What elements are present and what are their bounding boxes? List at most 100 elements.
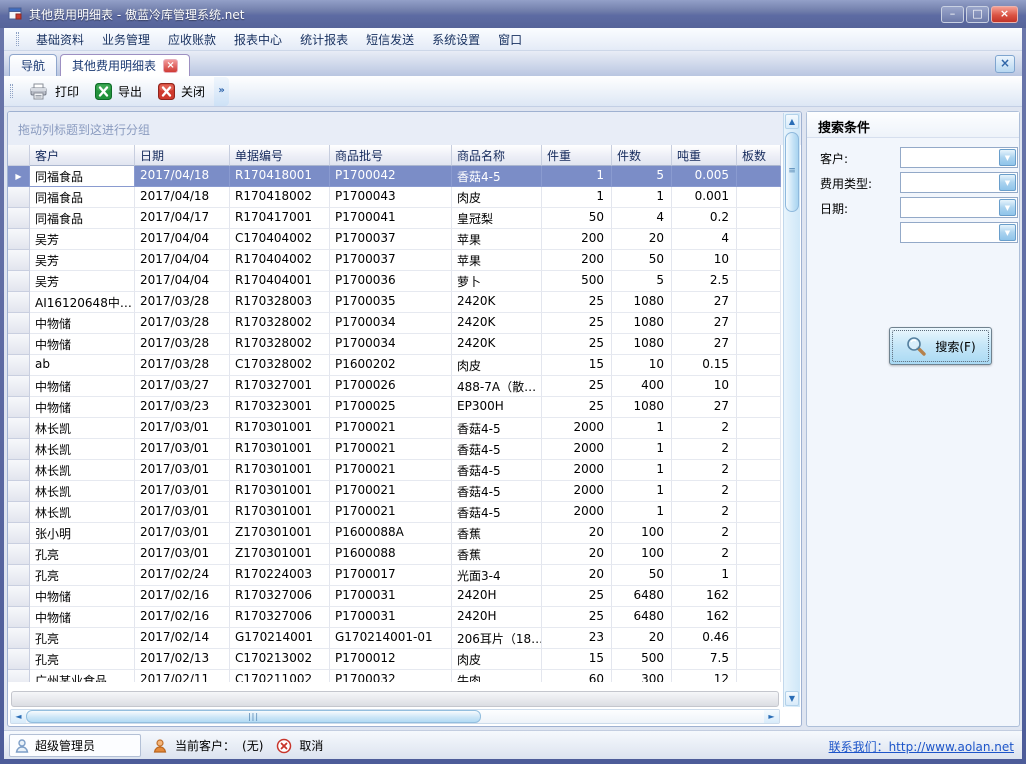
table-cell[interactable]: P1700021 — [330, 481, 452, 502]
table-cell[interactable]: 300 — [612, 670, 672, 682]
table-cell[interactable]: ab — [30, 355, 135, 376]
table-row[interactable]: 中物储2017/02/16R170327006P17000312420H2564… — [8, 607, 785, 628]
table-cell[interactable]: 2017/04/04 — [135, 229, 230, 250]
minimize-button[interactable]: – — [941, 6, 964, 23]
table-cell[interactable]: 香菇4-5 — [452, 502, 542, 523]
table-cell[interactable]: 10 — [672, 250, 737, 271]
table-cell[interactable]: C170328002 — [230, 355, 330, 376]
table-cell[interactable]: 27 — [672, 334, 737, 355]
column-header-3[interactable]: 商品批号 — [330, 145, 452, 166]
table-cell[interactable]: P1600088A — [330, 523, 452, 544]
table-cell[interactable]: 皇冠梨 — [452, 208, 542, 229]
table-cell[interactable]: P1600202 — [330, 355, 452, 376]
table-cell[interactable]: 200 — [542, 229, 612, 250]
table-cell[interactable]: 25 — [542, 313, 612, 334]
table-cell[interactable] — [737, 565, 781, 586]
scroll-left-icon[interactable]: ◄ — [11, 710, 26, 723]
scroll-down-icon[interactable]: ▼ — [785, 691, 799, 706]
table-cell[interactable]: 2017/02/16 — [135, 607, 230, 628]
table-cell[interactable] — [737, 187, 781, 208]
table-cell[interactable]: 中物储 — [30, 586, 135, 607]
table-row[interactable]: 吴芳2017/04/04C170404002P1700037苹果200204 — [8, 229, 785, 250]
table-cell[interactable]: P1600088 — [330, 544, 452, 565]
table-cell[interactable]: R170323001 — [230, 397, 330, 418]
table-cell[interactable] — [737, 607, 781, 628]
table-cell[interactable]: 中物储 — [30, 397, 135, 418]
table-cell[interactable]: 2420H — [452, 586, 542, 607]
export-button[interactable]: 导出 — [87, 80, 150, 103]
table-cell[interactable] — [737, 229, 781, 250]
table-cell[interactable]: 林长凯 — [30, 481, 135, 502]
table-cell[interactable]: 6480 — [612, 607, 672, 628]
table-cell[interactable]: 0.005 — [672, 166, 737, 187]
table-cell[interactable]: 20 — [612, 628, 672, 649]
table-row[interactable]: 林长凯2017/03/01R170301001P1700021香菇4-52000… — [8, 481, 785, 502]
table-cell[interactable]: R170418001 — [230, 166, 330, 187]
table-cell[interactable]: 香蕉 — [452, 523, 542, 544]
table-cell[interactable]: 2017/02/11 — [135, 670, 230, 682]
table-cell[interactable]: 12 — [672, 670, 737, 682]
table-cell[interactable]: 50 — [542, 208, 612, 229]
table-cell[interactable] — [737, 355, 781, 376]
table-cell[interactable]: 1 — [672, 565, 737, 586]
table-cell[interactable]: 2 — [672, 439, 737, 460]
tab-close-icon[interactable]: × — [163, 59, 178, 73]
table-cell[interactable]: 10 — [672, 376, 737, 397]
table-cell[interactable] — [737, 208, 781, 229]
table-cell[interactable]: 林长凯 — [30, 460, 135, 481]
table-row[interactable]: 张小明2017/03/01Z170301001P1600088A香蕉201002 — [8, 523, 785, 544]
table-cell[interactable]: 孔亮 — [30, 649, 135, 670]
table-cell[interactable] — [737, 397, 781, 418]
table-cell[interactable]: 2017/03/28 — [135, 313, 230, 334]
table-cell[interactable]: 2017/03/28 — [135, 334, 230, 355]
date-from-input[interactable] — [902, 199, 998, 216]
table-cell[interactable]: R170327006 — [230, 607, 330, 628]
column-header-1[interactable]: 日期 — [135, 145, 230, 166]
table-cell[interactable]: 2017/04/18 — [135, 166, 230, 187]
table-cell[interactable]: P1700021 — [330, 502, 452, 523]
table-cell[interactable]: 23 — [542, 628, 612, 649]
table-cell[interactable]: R170404002 — [230, 250, 330, 271]
menu-item-2[interactable]: 应收账款 — [159, 28, 225, 51]
table-cell[interactable]: 孔亮 — [30, 544, 135, 565]
table-cell[interactable]: AI16120648中… — [30, 292, 135, 313]
table-cell[interactable]: P1700043 — [330, 187, 452, 208]
table-cell[interactable]: 2 — [672, 502, 737, 523]
table-cell[interactable]: 25 — [542, 586, 612, 607]
table-row[interactable]: 中物储2017/02/16R170327006P17000312420H2564… — [8, 586, 785, 607]
table-cell[interactable] — [737, 460, 781, 481]
table-cell[interactable]: 50 — [612, 565, 672, 586]
table-cell[interactable]: 20 — [542, 565, 612, 586]
table-cell[interactable]: 25 — [542, 607, 612, 628]
horizontal-scroll-thumb[interactable]: ||| — [26, 710, 481, 723]
menu-item-6[interactable]: 系统设置 — [423, 28, 489, 51]
column-header-4[interactable]: 商品名称 — [452, 145, 542, 166]
table-cell[interactable]: 2017/02/13 — [135, 649, 230, 670]
table-cell[interactable]: 中物储 — [30, 376, 135, 397]
table-cell[interactable]: 香菇4-5 — [452, 481, 542, 502]
table-cell[interactable]: 萝卜 — [452, 271, 542, 292]
table-cell[interactable]: 吴芳 — [30, 229, 135, 250]
table-cell[interactable]: 1 — [612, 418, 672, 439]
table-cell[interactable]: 1 — [612, 439, 672, 460]
table-cell[interactable]: 2017/02/24 — [135, 565, 230, 586]
table-cell[interactable]: 27 — [672, 292, 737, 313]
table-cell[interactable] — [737, 649, 781, 670]
table-cell[interactable]: P1700034 — [330, 334, 452, 355]
table-row[interactable]: 吴芳2017/04/04R170404002P1700037苹果2005010 — [8, 250, 785, 271]
table-cell[interactable]: 50 — [612, 250, 672, 271]
toolbar-overflow-chevron-icon[interactable]: » — [214, 77, 229, 106]
table-cell[interactable]: 1 — [612, 460, 672, 481]
table-cell[interactable]: 2 — [672, 418, 737, 439]
table-cell[interactable]: 0.46 — [672, 628, 737, 649]
table-row[interactable]: 孔亮2017/02/14G170214001G170214001-01206耳片… — [8, 628, 785, 649]
column-header-2[interactable]: 单据编号 — [230, 145, 330, 166]
fee-type-input[interactable] — [902, 174, 998, 191]
chevron-down-icon[interactable]: ▼ — [999, 199, 1016, 216]
table-cell[interactable]: 500 — [612, 649, 672, 670]
menu-item-5[interactable]: 短信发送 — [357, 28, 423, 51]
table-cell[interactable]: 2000 — [542, 439, 612, 460]
table-cell[interactable] — [737, 376, 781, 397]
table-cell[interactable]: 中物储 — [30, 334, 135, 355]
customer-input[interactable] — [902, 149, 998, 166]
